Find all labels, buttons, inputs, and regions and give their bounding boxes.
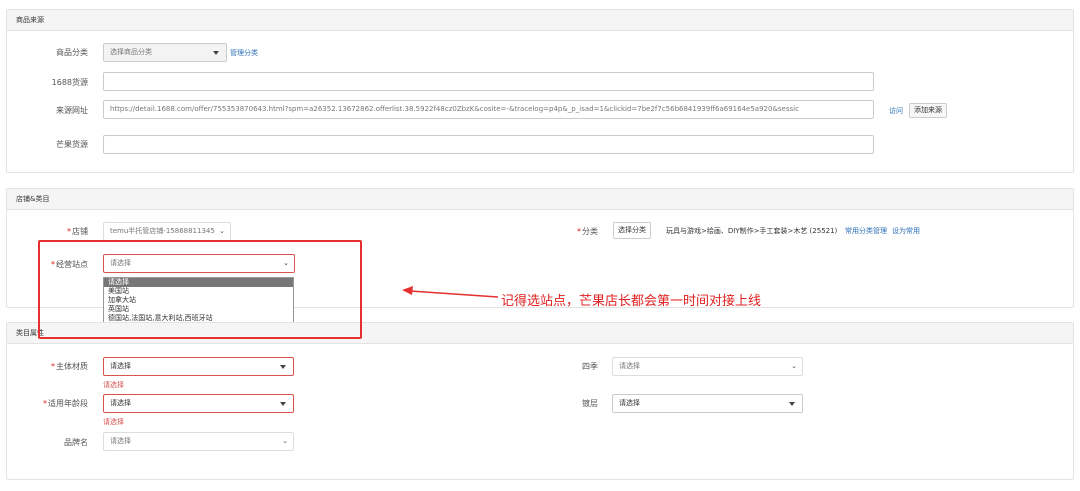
store-select[interactable]: temu半托管店铺-15868811345 ⌄	[103, 222, 231, 241]
caret-down-icon	[789, 402, 795, 406]
material-select[interactable]: 请选择	[103, 357, 294, 376]
material-label-text: 主体材质	[56, 362, 88, 371]
set-common-link[interactable]: 设为常用	[892, 226, 920, 236]
caret-down-icon	[280, 402, 286, 406]
age-select[interactable]: 请选择	[103, 394, 294, 413]
source-1688-input[interactable]	[103, 72, 874, 91]
season-select[interactable]: 请选择 ⌄	[612, 357, 803, 376]
age-label: *适用年龄段	[43, 399, 88, 408]
age-label-text: 适用年龄段	[48, 399, 88, 408]
annotation-text: 记得选站点，芒果店长都会第一时间对接上线	[501, 294, 762, 309]
material-error: 请选择	[103, 381, 124, 389]
source-1688-label: 1688货源	[51, 78, 88, 87]
store-category-header: 店铺&类目	[7, 189, 1073, 210]
store-label-text: 店铺	[72, 227, 88, 236]
source-url-label: 来源网址	[56, 106, 88, 115]
choose-category-button[interactable]: 选择分类	[613, 222, 651, 239]
material-label: *主体材质	[51, 362, 88, 371]
product-category-select[interactable]: 选择商品分类	[103, 43, 227, 62]
chevron-down-icon: ⌄	[282, 437, 288, 445]
category-label-text: 分类	[582, 227, 598, 236]
mango-source-label: 芒果货源	[56, 140, 88, 149]
caret-down-icon	[213, 51, 219, 55]
store-label: *店铺	[67, 227, 88, 236]
visit-link[interactable]: 访问	[889, 106, 903, 116]
chevron-down-icon: ⌄	[791, 362, 797, 370]
arrow-left-icon	[402, 286, 499, 298]
common-category-manage-link[interactable]: 常用分类管理	[845, 226, 887, 236]
product-source-header: 商品来源	[7, 10, 1073, 31]
product-category-label: 商品分类	[56, 48, 88, 57]
add-source-button[interactable]: 添加来源	[909, 103, 947, 118]
store-value: temu半托管店铺-15868811345	[110, 227, 215, 235]
chevron-down-icon: ⌄	[219, 227, 225, 235]
coating-label: 镀层	[582, 399, 598, 408]
material-value: 请选择	[110, 362, 131, 370]
age-value: 请选择	[110, 399, 131, 407]
season-value: 请选择	[619, 362, 640, 370]
source-url-input[interactable]: https://detail.1688.com/offer/7553538706…	[103, 100, 874, 119]
product-category-value: 选择商品分类	[110, 48, 152, 56]
manage-category-link[interactable]: 管理分类	[230, 48, 258, 58]
brand-label: 品牌名	[64, 438, 88, 447]
category-path: 玩具与游戏>绘画、DIY制作>手工套装>木艺 (25521)	[666, 227, 838, 235]
coating-select[interactable]: 请选择	[612, 394, 803, 413]
age-error: 请选择	[103, 418, 124, 426]
highlight-box	[38, 240, 362, 339]
brand-value: 请选择	[110, 437, 131, 445]
mango-source-input[interactable]	[103, 135, 874, 154]
category-label: *分类	[577, 227, 598, 236]
caret-down-icon	[280, 365, 286, 369]
season-label: 四季	[582, 362, 598, 371]
coating-value: 请选择	[619, 399, 640, 407]
brand-select[interactable]: 请选择 ⌄	[103, 432, 294, 451]
